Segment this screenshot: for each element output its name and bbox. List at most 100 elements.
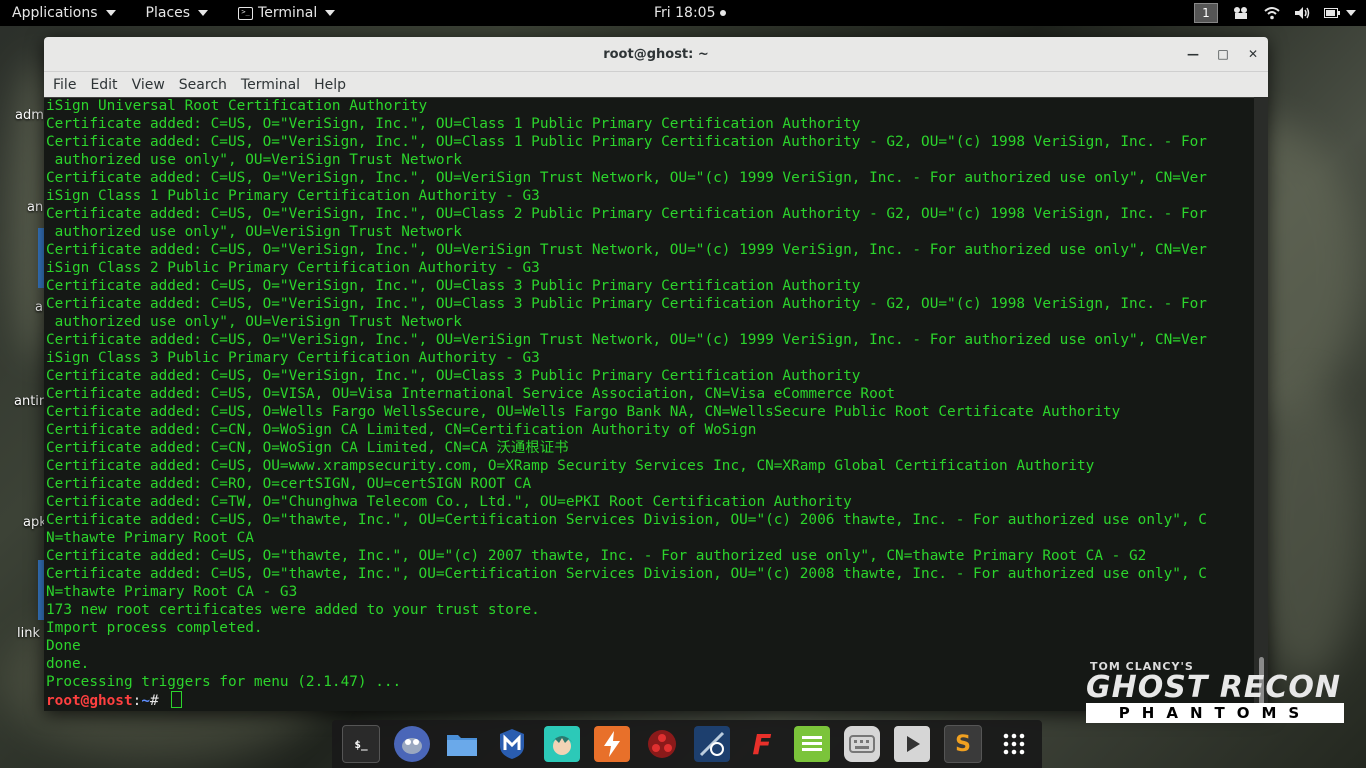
terminal-line: Certificate added: C=US, O="VeriSign, In… [46,242,1207,258]
gimp-icon[interactable] [394,726,430,762]
top-panel: Applications Places >_ Terminal Fri 18:0… [0,0,1366,26]
terminal-line: Certificate added: C=US, O="thawte, Inc.… [46,512,1207,528]
menu-search[interactable]: Search [172,77,234,93]
terminal-line: Certificate added: C=US, O=Wells Fargo W… [46,404,1121,420]
terminal-line: Import process completed. [46,620,263,636]
wallpaper-logo: TOM CLANCY'S GHOST RECON PHANTOMS [1086,660,1344,726]
terminal-line: Certificate added: C=TW, O="Chunghwa Tel… [46,494,852,510]
terminal-line: Certificate added: C=US, O="thawte, Inc.… [46,566,1207,582]
terminal-line: Certificate added: C=US, O="VeriSign, In… [46,170,1207,186]
terminal-line: Certificate added: C=US, O="VeriSign, In… [46,206,1207,222]
applications-label: Applications [12,5,98,21]
terminal-line: N=thawte Primary Root CA [46,530,254,546]
terminal-line: iSign Universal Root Certification Autho… [46,98,428,114]
terminal-window: root@ghost: ~ — □ ✕ File Edit View Searc… [44,37,1268,711]
terminal-lines: iSign Universal Root Certification Autho… [44,97,1254,691]
armitage-icon[interactable] [644,726,680,762]
chevron-down-icon [198,10,209,16]
menu-terminal[interactable]: Terminal [234,77,307,93]
menu-edit[interactable]: Edit [83,77,124,93]
terminal-line: done. [46,656,90,672]
wifi-icon[interactable] [1264,6,1280,20]
terminal-icon: >_ [238,6,254,20]
logo-main-text: GHOST RECON [1086,670,1341,705]
minimize-icon[interactable]: — [1187,47,1199,61]
terminal-line: N=thawte Primary Root CA - G3 [46,584,298,600]
desktop-icon-label[interactable]: an [27,200,43,215]
menu-help[interactable]: Help [307,77,353,93]
faraday-icon[interactable]: F [744,726,780,762]
maltego-icon[interactable] [694,726,730,762]
desktop-icon-label[interactable]: a [35,300,43,315]
text-cursor [171,691,183,708]
metasploit-icon[interactable] [494,726,530,762]
terminal-line: Done [46,638,81,654]
chevron-down-icon [1346,10,1356,16]
text-editor-icon[interactable] [794,726,830,762]
show-applications-icon[interactable] [996,726,1032,762]
folder-icon[interactable] [444,726,480,762]
terminal-line: Certificate added: C=US, O="VeriSign, In… [46,296,1207,312]
battery-menu[interactable] [1324,8,1356,18]
terminal-output[interactable]: iSign Universal Root Certification Autho… [44,97,1254,711]
clock[interactable]: Fri 18:05 [654,0,727,26]
window-controls: — □ ✕ [1187,37,1258,71]
close-icon[interactable]: ✕ [1248,47,1258,61]
terminal-line: Certificate added: C=US, O="VeriSign, In… [46,134,1207,150]
media-player-icon[interactable] [894,726,930,762]
window-titlebar[interactable]: root@ghost: ~ — □ ✕ [44,37,1268,72]
chevron-down-icon [105,10,116,16]
prompt-line[interactable]: root@ghost:~# [44,691,1254,709]
prompt-path: ~ [141,693,150,709]
menu-view[interactable]: View [125,77,172,93]
sublime-text-icon[interactable]: S [944,725,982,763]
terminal-line: Certificate added: C=RO, O=certSIGN, OU=… [46,476,532,492]
desktop-icon-label[interactable]: antin [14,394,47,409]
places-menu[interactable]: Places [134,0,221,26]
terminal-line: authorized use only", OU=VeriSign Trust … [46,314,462,330]
terminal-line: Certificate added: C=US, O=VISA, OU=Visa… [46,386,896,402]
desktop-icon-label[interactable]: link [17,626,40,641]
clock-label: Fri 18:05 [654,5,716,21]
prompt-separator: : [132,693,142,709]
terminal-line: Certificate added: C=US, O="VeriSign, In… [46,116,861,132]
terminal-line: Certificate added: C=US, O="thawte, Inc.… [46,548,1147,564]
maximize-icon[interactable]: □ [1217,47,1228,61]
terminal-line: iSign Class 3 Public Primary Certificati… [46,350,540,366]
window-title: root@ghost: ~ [603,46,709,62]
burpsuite-icon[interactable] [594,726,630,762]
prompt-user: root@ghost [46,693,133,709]
terminal-line: Certificate added: C=CN, O=WoSign CA Lim… [46,440,569,456]
video-camera-icon[interactable] [1232,6,1250,20]
places-label: Places [145,5,191,21]
battery-icon [1324,8,1340,18]
terminal-line: iSign Class 1 Public Primary Certificati… [46,188,540,204]
keyboard-icon[interactable] [844,726,880,762]
terminal-icon[interactable]: $_ [342,725,380,763]
terminal-line: Certificate added: C=US, OU=www.xrampsec… [46,458,1095,474]
desktop-icon-label[interactable]: admi [15,108,48,123]
workspace-indicator[interactable]: 1 [1194,3,1218,23]
terminal-line: Certificate added: C=US, O="VeriSign, In… [46,368,861,384]
anime-avatar-icon[interactable] [544,726,580,762]
menu-file[interactable]: File [46,77,83,93]
applications-menu[interactable]: Applications [0,0,128,26]
logo-sub-text: PHANTOMS [1086,703,1344,723]
system-tray: 1 [1194,0,1356,26]
terminal-line: Certificate added: C=US, O="VeriSign, In… [46,278,861,294]
terminal-line: Certificate added: C=US, O="VeriSign, In… [46,332,1207,348]
chevron-down-icon [325,10,336,16]
terminal-line: iSign Class 2 Public Primary Certificati… [46,260,540,276]
terminal-line: Processing triggers for menu (2.1.47) ..… [46,674,402,690]
notification-dot-icon [720,10,727,16]
prompt-symbol: # [149,693,168,709]
terminal-app-menu[interactable]: >_ Terminal [226,0,347,26]
terminal-scrollbar[interactable] [1254,97,1268,711]
terminal-line: authorized use only", OU=VeriSign Trust … [46,152,462,168]
menu-bar: File Edit View Search Terminal Help [44,72,1268,98]
terminal-label: Terminal [258,5,318,21]
dock: $_ F S [332,720,1042,768]
volume-icon[interactable] [1294,6,1310,20]
terminal-line: Certificate added: C=CN, O=WoSign CA Lim… [46,422,757,438]
terminal-line: authorized use only", OU=VeriSign Trust … [46,224,462,240]
